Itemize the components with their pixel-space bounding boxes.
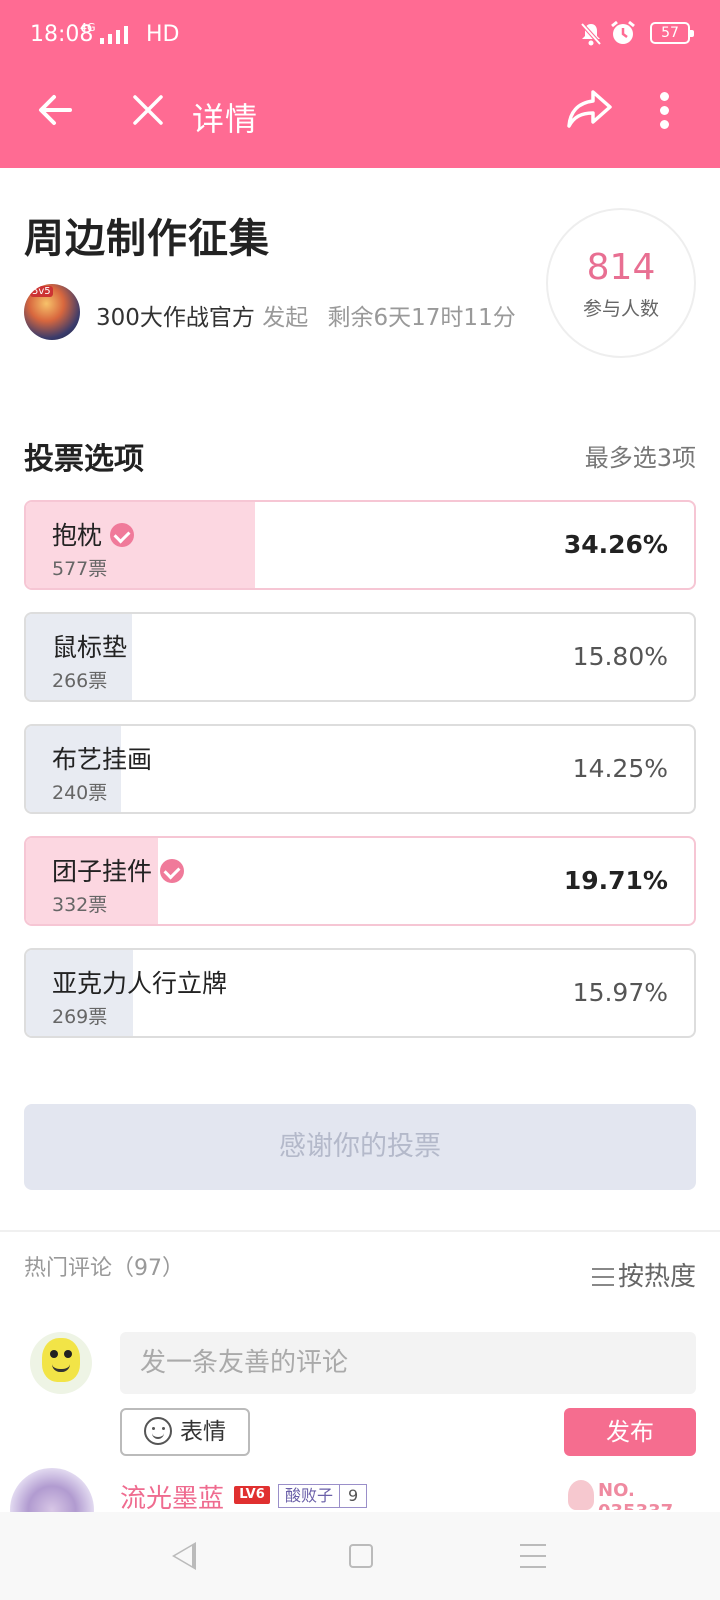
poll-option[interactable]: 亚克力人行立牌 269票 15.97% bbox=[24, 948, 696, 1038]
medal-level: 9 bbox=[348, 1486, 359, 1505]
alarm-icon bbox=[611, 20, 635, 44]
option-name: 鼠标垫 bbox=[52, 633, 128, 662]
poll-option[interactable]: 抱枕 577票 34.26% bbox=[24, 500, 696, 590]
options-title: 投票选项 bbox=[24, 442, 144, 477]
thanks-button[interactable]: 感谢你的投票 bbox=[24, 1104, 696, 1190]
selected-check-icon bbox=[110, 523, 135, 547]
option-percent: 34.26% bbox=[563, 530, 668, 559]
poll-option[interactable]: 鼠标垫 266票 15.80% bbox=[24, 612, 696, 702]
option-votes: 266票 bbox=[52, 670, 108, 692]
status-icons: 57 bbox=[580, 20, 694, 48]
system-nav-bar bbox=[0, 1512, 720, 1600]
option-percent: 14.25% bbox=[572, 754, 668, 783]
emoji-button[interactable]: 表情 bbox=[120, 1408, 250, 1456]
emoji-label: 表情 bbox=[180, 1419, 226, 1445]
option-votes: 240票 bbox=[52, 782, 108, 804]
battery-icon: 57 bbox=[650, 22, 694, 44]
decoration-number: NO. 035337 bbox=[568, 1480, 698, 1510]
commenter-name[interactable]: 流光墨蓝 bbox=[120, 1478, 224, 1515]
hd-label: HD bbox=[146, 22, 180, 47]
nav-home-icon[interactable] bbox=[349, 1544, 373, 1568]
remaining-time: 剩余6天17时11分 bbox=[327, 305, 516, 331]
option-name: 抱枕 bbox=[52, 521, 103, 550]
more-options-icon[interactable] bbox=[656, 88, 672, 132]
option-percent: 19.71% bbox=[563, 866, 668, 895]
organizer-name[interactable]: 300大作战官方 bbox=[96, 305, 255, 331]
organizer-avatar[interactable]: 5v5 bbox=[24, 284, 80, 340]
fan-medal: 酸败子 9 bbox=[278, 1484, 368, 1508]
level-badge: LV6 bbox=[234, 1486, 270, 1504]
decoration-image bbox=[568, 1480, 594, 1510]
divider bbox=[0, 1230, 720, 1232]
comments-header: 热门评论（97） bbox=[24, 1256, 184, 1281]
options-hint: 最多选3项 bbox=[584, 444, 696, 472]
option-name: 布艺挂画 bbox=[52, 745, 153, 774]
decoration-text: NO. 035337 bbox=[598, 1480, 673, 1510]
avatar-badge: 5v5 bbox=[30, 286, 53, 297]
mute-bell-icon bbox=[580, 22, 602, 46]
back-arrow-icon[interactable] bbox=[36, 90, 76, 130]
page-title: 详情 bbox=[192, 100, 259, 138]
selected-check-icon bbox=[160, 859, 185, 883]
option-name: 团子挂件 bbox=[52, 857, 153, 886]
app-header: 18:08 4G HD 57 详情 bbox=[0, 0, 720, 168]
poll-option[interactable]: 布艺挂画 240票 14.25% bbox=[24, 724, 696, 814]
participants-label: 参与人数 bbox=[582, 298, 659, 320]
nav-bar: 详情 bbox=[0, 72, 720, 168]
post-button[interactable]: 发布 bbox=[564, 1408, 696, 1456]
medal-name: 酸败子 bbox=[279, 1485, 341, 1507]
option-percent: 15.80% bbox=[572, 642, 668, 671]
option-votes: 577票 bbox=[52, 558, 108, 580]
sort-button[interactable]: 按热度 bbox=[591, 1256, 696, 1293]
sort-icon bbox=[591, 1268, 614, 1286]
network-type: 4G bbox=[80, 21, 96, 34]
status-bar: 18:08 4G HD 57 bbox=[0, 0, 720, 72]
participants-circle: 814 参与人数 bbox=[546, 208, 696, 358]
initiated-label: 发起 bbox=[262, 305, 309, 331]
option-votes: 332票 bbox=[52, 894, 108, 916]
signal-icon bbox=[100, 24, 140, 44]
participants-count: 814 bbox=[586, 247, 656, 288]
nav-back-icon[interactable] bbox=[172, 1542, 196, 1570]
option-votes: 269票 bbox=[52, 1006, 108, 1028]
share-icon[interactable] bbox=[566, 88, 614, 132]
poll-title: 周边制作征集 bbox=[24, 216, 270, 262]
my-avatar[interactable] bbox=[30, 1332, 92, 1394]
close-icon[interactable] bbox=[128, 90, 168, 130]
option-name: 亚克力人行立牌 bbox=[52, 969, 228, 998]
sort-label: 按热度 bbox=[617, 1262, 696, 1292]
smile-icon bbox=[144, 1417, 172, 1445]
poll-meta: 300大作战官方 发起 剩余6天17时11分 bbox=[96, 298, 516, 332]
nav-menu-icon[interactable] bbox=[520, 1544, 546, 1568]
option-percent: 15.97% bbox=[572, 978, 668, 1007]
poll-option[interactable]: 团子挂件 332票 19.71% bbox=[24, 836, 696, 926]
comment-input[interactable]: 发一条友善的评论 bbox=[120, 1332, 696, 1394]
